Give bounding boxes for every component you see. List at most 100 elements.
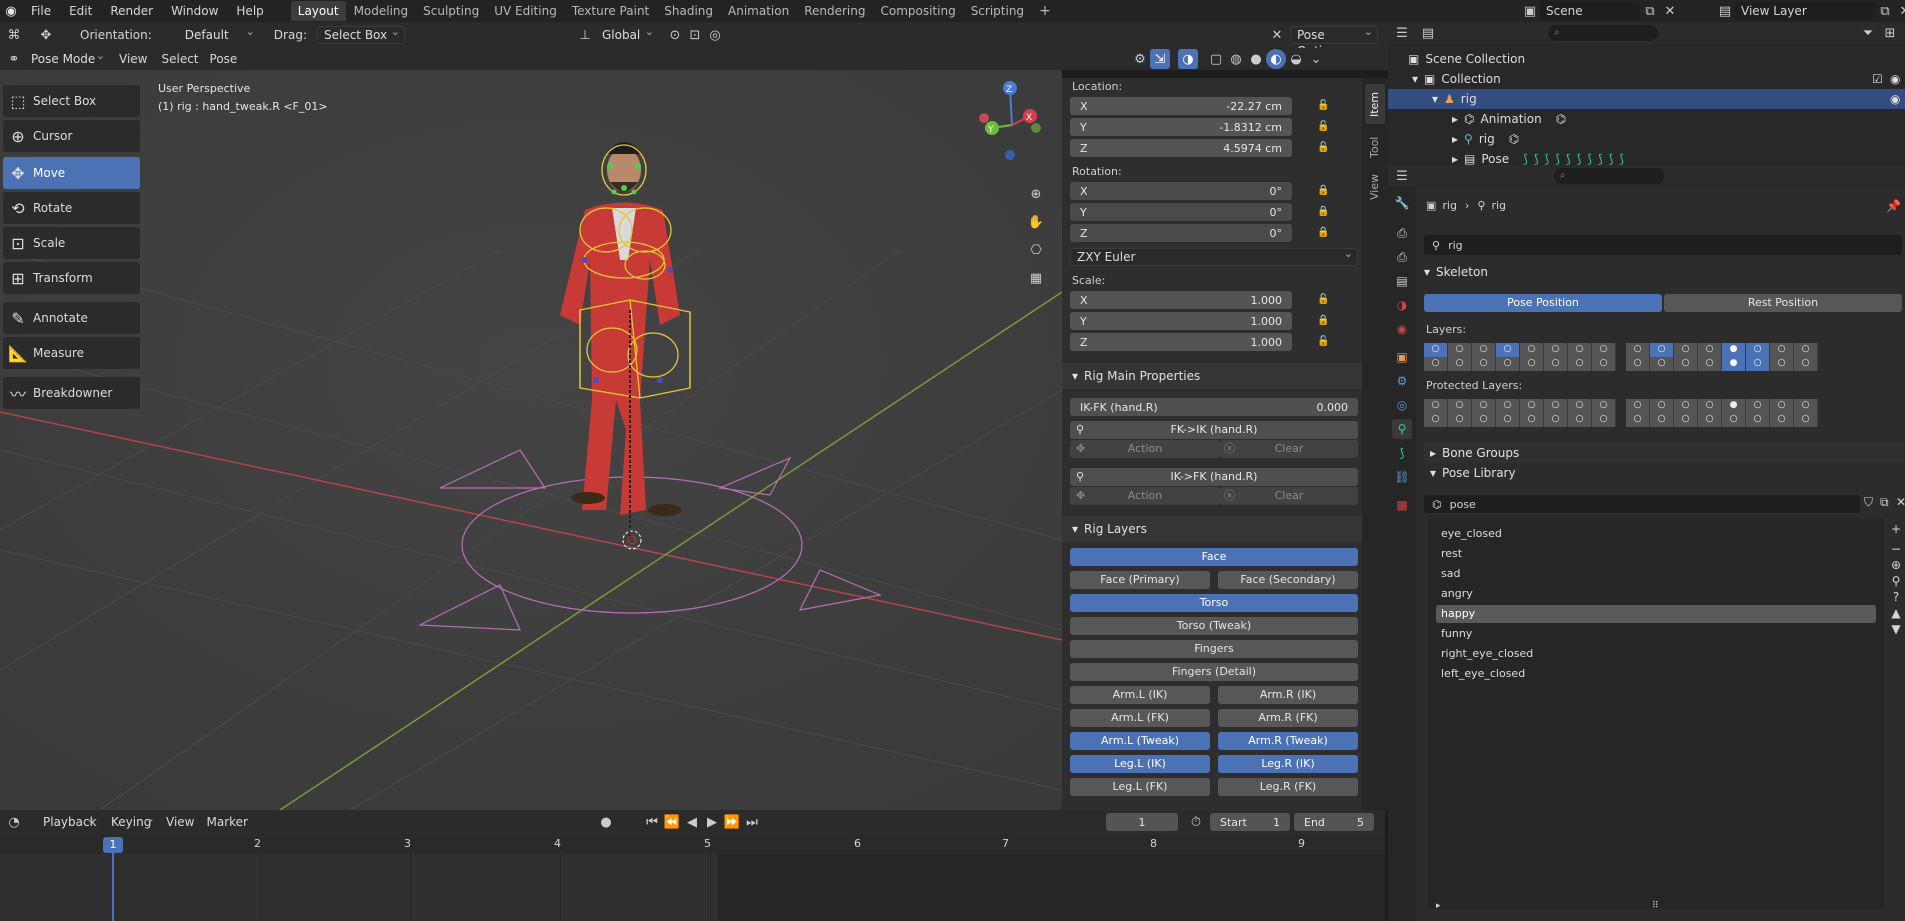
render-tab-icon[interactable]: ⎙ bbox=[1392, 223, 1412, 243]
tool-measure[interactable]: 📐 Measure bbox=[3, 337, 140, 369]
menu-help[interactable]: Help bbox=[227, 0, 272, 22]
layer-toggle[interactable]: ○ bbox=[1448, 399, 1472, 413]
view-layer-name[interactable]: View Layer bbox=[1735, 2, 1875, 20]
tab-compositing[interactable]: Compositing bbox=[873, 1, 962, 21]
armature-data-name[interactable]: rig bbox=[1448, 239, 1463, 252]
ik-to-fk-button[interactable]: ⚲ IK->FK (hand.R) bbox=[1070, 468, 1358, 486]
pose-item-left-eye-closed[interactable]: left_eye_closed bbox=[1436, 665, 1876, 683]
bone-groups-panel-header[interactable]: ▸ Bone Groups bbox=[1424, 443, 1904, 463]
ortho-grid-icon[interactable]: ▦ bbox=[1026, 264, 1046, 292]
copy-scene-icon[interactable]: ⧉ bbox=[1640, 1, 1660, 21]
layer-toggle[interactable]: ○ bbox=[1770, 399, 1794, 413]
layer-toggle[interactable]: ○ bbox=[1746, 413, 1770, 427]
eye-icon[interactable]: ◉ bbox=[1890, 72, 1900, 86]
layer-toggle[interactable]: ○ bbox=[1496, 399, 1520, 413]
layer-toggle[interactable]: ○ bbox=[1794, 343, 1818, 357]
scale-x-field[interactable]: X 1.000 bbox=[1070, 291, 1292, 309]
layer-toggle[interactable]: ○ bbox=[1496, 413, 1520, 427]
unlock-icon[interactable]: 🔓 bbox=[1317, 336, 1329, 347]
armature-data-tab-icon[interactable]: ⚲ bbox=[1392, 419, 1412, 439]
armature-browse-icon[interactable]: ⚲ bbox=[1424, 239, 1448, 252]
layer-toggle[interactable]: ○ bbox=[1698, 399, 1722, 413]
tool-rotate[interactable]: ⟲ Rotate bbox=[3, 192, 140, 224]
new-collection-icon[interactable]: ⊞ bbox=[1880, 23, 1900, 43]
unlock-icon[interactable]: 🔓 bbox=[1317, 100, 1329, 111]
layer-toggle[interactable]: ○ bbox=[1746, 343, 1770, 357]
solid-shading-icon[interactable]: ● bbox=[1246, 49, 1266, 69]
layer-toggle[interactable]: ○ bbox=[1770, 413, 1794, 427]
layer-toggle[interactable]: ○ bbox=[1520, 343, 1544, 357]
tab-sculpting[interactable]: Sculpting bbox=[416, 1, 486, 21]
breadcrumb-object[interactable]: rig bbox=[1442, 199, 1457, 212]
layer-toggle[interactable]: ○ bbox=[1448, 357, 1472, 371]
armature-layers-grid[interactable]: ○ ○ ○ ○ ○ ○ ○ ○ ○ ○ ○ ○ ● ○ ○ ○ ○ ○ ○ ○ ○ ○ ○ ○ ○ ○ ○ ○ ● ○ ○ ○ bbox=[1424, 343, 1904, 373]
zoom-icon[interactable]: ⊕ bbox=[1026, 180, 1046, 208]
camera-icon[interactable]: ⎔ bbox=[1026, 236, 1046, 264]
display-mode-icon[interactable]: ▤ bbox=[1418, 23, 1438, 43]
layer-toggle[interactable]: ○ bbox=[1674, 399, 1698, 413]
layer-toggle[interactable]: ○ bbox=[1674, 343, 1698, 357]
layer-toggle[interactable]: ○ bbox=[1626, 357, 1650, 371]
menu-file[interactable]: File bbox=[22, 0, 60, 22]
layer-toggle[interactable]: ○ bbox=[1520, 399, 1544, 413]
drag-dropdown[interactable]: Select Box bbox=[316, 24, 405, 44]
layer-toggle[interactable]: ○ bbox=[1424, 357, 1448, 371]
timeline-editor-icon[interactable]: ◔ bbox=[4, 812, 24, 832]
pose-library-panel-header[interactable]: ▾ Pose Library bbox=[1424, 463, 1904, 483]
pose-item-funny[interactable]: funny bbox=[1436, 625, 1876, 643]
timeline-menu-view[interactable]: View bbox=[160, 811, 200, 833]
outliner-editor-icon[interactable]: ☰ bbox=[1392, 23, 1412, 43]
close-view-layer-icon[interactable]: ✕ bbox=[1895, 1, 1905, 21]
unlock-icon[interactable]: 🔓 bbox=[1317, 294, 1329, 305]
layer-toggle[interactable]: ○ bbox=[1472, 413, 1496, 427]
visibility-icon[interactable]: ⚙ bbox=[1130, 49, 1150, 69]
rig-main-properties-header[interactable]: ▾ Rig Main Properties bbox=[1062, 363, 1362, 389]
layer-toggle[interactable]: ○ bbox=[1568, 343, 1592, 357]
tool-select-box[interactable]: ⬚ Select Box bbox=[3, 85, 140, 117]
tab-modeling[interactable]: Modeling bbox=[347, 1, 416, 21]
tab-animation[interactable]: Animation bbox=[721, 1, 796, 21]
remove-pose-icon[interactable]: − bbox=[1888, 541, 1904, 557]
layer-toggle[interactable]: ● bbox=[1722, 343, 1746, 357]
current-frame-field[interactable]: 1 bbox=[1106, 813, 1178, 831]
snap-icon[interactable]: ⊡ bbox=[685, 25, 705, 45]
location-y-field[interactable]: Y -1.8312 cm bbox=[1070, 118, 1292, 136]
layer-toggle[interactable]: ○ bbox=[1544, 357, 1568, 371]
layer-fingers-detail-button[interactable]: Fingers (Detail) bbox=[1070, 663, 1358, 681]
view-layer-tab-icon[interactable]: ▤ bbox=[1392, 271, 1412, 291]
pose-item-happy[interactable]: happy bbox=[1436, 605, 1876, 623]
viewport-menu-pose[interactable]: Pose bbox=[204, 48, 244, 70]
layer-toggle[interactable]: ○ bbox=[1592, 399, 1616, 413]
layer-toggle[interactable]: ● bbox=[1722, 399, 1746, 413]
layer-toggle[interactable]: ○ bbox=[1496, 357, 1520, 371]
layer-arm-l-tweak-button[interactable]: Arm.L (Tweak) bbox=[1070, 732, 1210, 750]
lock-icon[interactable]: 🔒 bbox=[1317, 227, 1329, 238]
fk-to-ik-button[interactable]: ⚲ FK->IK (hand.R) bbox=[1070, 421, 1358, 439]
tool-cursor[interactable]: ⊕ Cursor bbox=[3, 120, 140, 152]
layer-toggle[interactable]: ○ bbox=[1568, 357, 1592, 371]
tool-transform[interactable]: ⊞ Transform bbox=[3, 262, 140, 294]
proportional-icon[interactable]: ◎ bbox=[705, 25, 725, 45]
tool-move[interactable]: ✥ Move bbox=[3, 157, 140, 189]
material-shading-icon[interactable]: ◐ bbox=[1266, 49, 1286, 69]
sidebar-tab-tool[interactable]: Tool bbox=[1365, 130, 1385, 164]
scene-name[interactable]: Scene bbox=[1540, 2, 1640, 20]
pose-item-right-eye-closed[interactable]: right_eye_closed bbox=[1436, 645, 1876, 663]
layer-toggle[interactable]: ○ bbox=[1626, 399, 1650, 413]
pivot-icon[interactable]: ⊙ bbox=[665, 25, 685, 45]
frame-ruler[interactable] bbox=[0, 834, 1385, 854]
layer-leg-r-ik-button[interactable]: Leg.R (IK) bbox=[1218, 755, 1358, 773]
layer-toggle[interactable]: ○ bbox=[1520, 357, 1544, 371]
layer-face-secondary-button[interactable]: Face (Secondary) bbox=[1218, 571, 1358, 589]
tab-texture-paint[interactable]: Texture Paint bbox=[565, 1, 656, 21]
tab-scripting[interactable]: Scripting bbox=[964, 1, 1031, 21]
layer-toggle[interactable]: ○ bbox=[1626, 413, 1650, 427]
location-z-field[interactable]: Z 4.5974 cm bbox=[1070, 139, 1292, 157]
layer-toggle[interactable]: ○ bbox=[1650, 357, 1674, 371]
tab-shading[interactable]: Shading bbox=[657, 1, 720, 21]
layer-toggle[interactable]: ○ bbox=[1568, 413, 1592, 427]
rig-layers-header[interactable]: ▾ Rig Layers bbox=[1062, 516, 1362, 542]
eye-icon[interactable]: ◉ bbox=[1890, 92, 1900, 106]
rotation-mode-dropdown[interactable]: ZXY Euler bbox=[1070, 246, 1358, 266]
layer-torso-button[interactable]: Torso bbox=[1070, 594, 1358, 612]
